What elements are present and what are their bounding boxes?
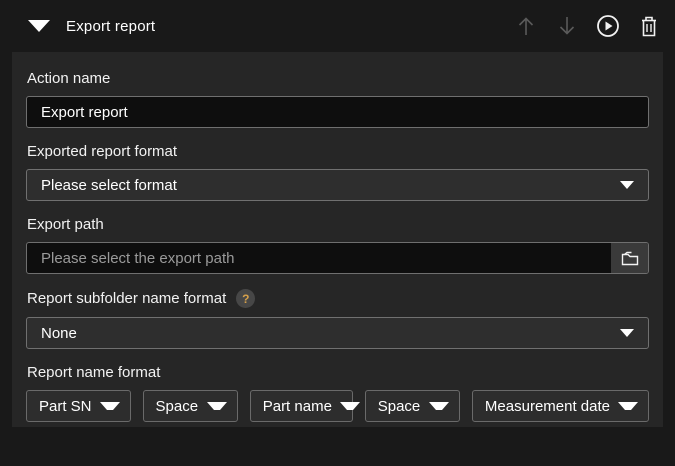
trash-icon	[642, 16, 656, 36]
report-name-format-label: Report name format	[27, 364, 161, 381]
action-header: Export report	[0, 0, 675, 52]
export-path-input[interactable]	[26, 242, 649, 274]
action-settings-panel: Action name Exported report format Pleas…	[12, 52, 663, 427]
arrow-up-icon	[518, 17, 534, 35]
browse-path-button[interactable]	[611, 243, 648, 273]
play-circle-icon	[597, 15, 619, 37]
export-path-field	[26, 242, 649, 274]
chevron-down-icon	[620, 329, 634, 337]
chevron-down-icon	[620, 181, 634, 189]
name-segment-select-1[interactable]: Part SN	[26, 390, 131, 422]
report-format-select[interactable]: Please select format	[26, 169, 649, 201]
report-name-format-row: Part SN Space Part name Space Measuremen…	[26, 390, 649, 422]
name-segment-select-2[interactable]: Space	[142, 390, 238, 422]
action-name-label: Action name	[27, 70, 111, 87]
report-format-label: Exported report format	[27, 143, 178, 160]
collapse-triangle-icon[interactable]	[28, 20, 50, 32]
export-path-label: Export path	[27, 216, 104, 233]
action-name-input[interactable]	[26, 96, 649, 128]
chevron-down-icon	[428, 402, 449, 410]
folder-icon	[621, 251, 638, 265]
report-format-selected-value: Please select format	[41, 176, 177, 194]
header-action-icons	[514, 14, 661, 38]
arrow-down-icon	[559, 17, 575, 35]
move-down-button[interactable]	[555, 14, 579, 38]
run-action-button[interactable]	[596, 14, 620, 38]
name-segment-select-3[interactable]: Part name	[249, 390, 360, 422]
action-title: Export report	[66, 17, 156, 35]
export-report-action-panel: Export report Action name Export report …	[0, 0, 675, 466]
chevron-down-icon	[206, 402, 227, 410]
subfolder-format-label: Report subfolder name format ?	[27, 289, 649, 308]
chevron-down-icon	[99, 402, 120, 410]
subfolder-format-selected-value: None	[41, 324, 77, 342]
name-segment-select-4[interactable]: Space	[364, 390, 460, 422]
delete-action-button[interactable]	[637, 14, 661, 38]
help-icon[interactable]: ?	[236, 289, 256, 308]
subfolder-format-select[interactable]: None	[26, 317, 649, 349]
move-up-button[interactable]	[514, 14, 538, 38]
chevron-down-icon	[339, 402, 360, 410]
name-segment-select-5[interactable]: Measurement date	[471, 390, 649, 422]
chevron-down-icon	[618, 402, 638, 410]
